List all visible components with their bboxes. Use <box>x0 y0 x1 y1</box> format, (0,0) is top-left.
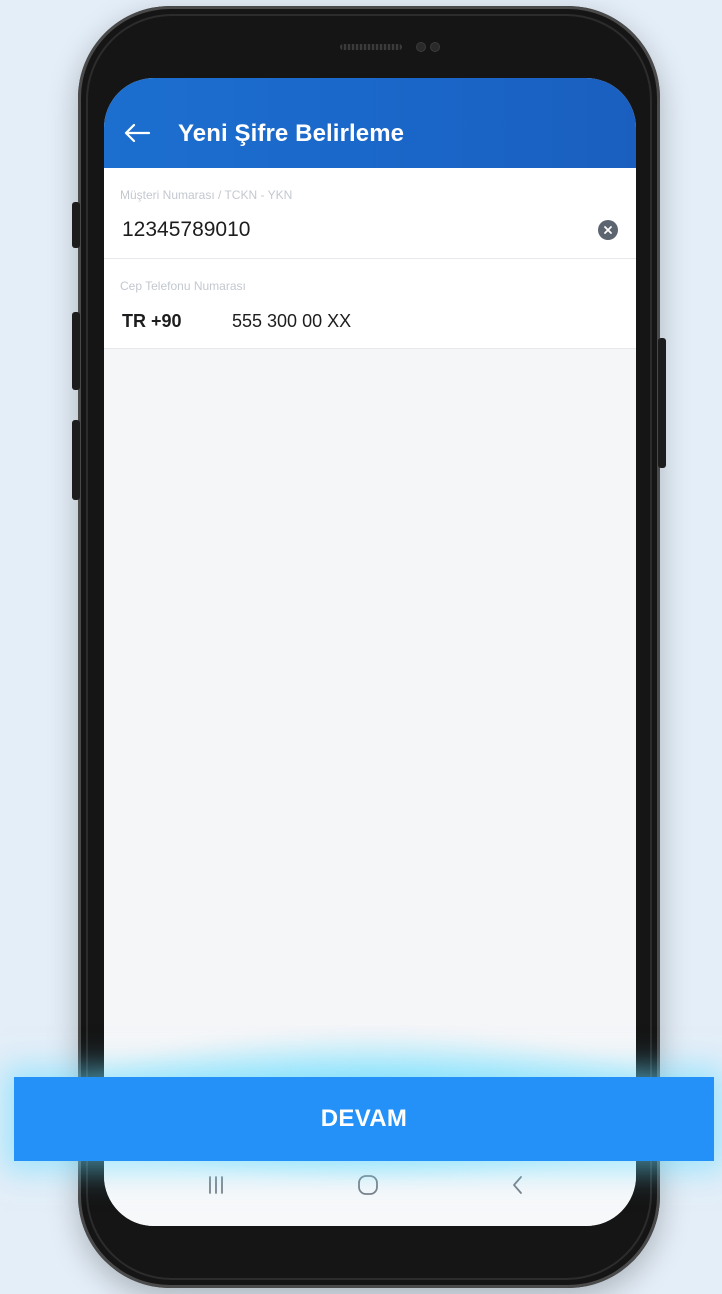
customer-number-label: Müşteri Numarası / TCKN - YKN <box>120 188 293 202</box>
country-code-prefix[interactable]: TR +90 <box>122 311 182 332</box>
bixby-button <box>72 202 80 248</box>
earpiece-speaker <box>340 44 402 50</box>
power-button <box>658 338 666 468</box>
app-header: Yeni Şifre Belirleme <box>104 78 636 168</box>
clear-circle-icon[interactable] <box>598 220 618 240</box>
customer-number-input[interactable]: 12345789010 <box>122 218 250 242</box>
phone-number-label: Cep Telefonu Numarası <box>120 279 246 293</box>
phone-number-field[interactable]: Cep Telefonu Numarası TR +90 555 300 00 … <box>104 259 636 349</box>
phone-number-input[interactable]: 555 300 00 XX <box>232 311 351 332</box>
volume-down-button <box>72 420 80 500</box>
customer-number-field[interactable]: Müşteri Numarası / TCKN - YKN 1234578901… <box>104 168 636 259</box>
front-camera <box>430 42 440 52</box>
page-title: Yeni Şifre Belirleme <box>178 120 405 147</box>
continue-button[interactable]: DEVAM <box>14 1077 714 1161</box>
proximity-sensor <box>416 42 426 52</box>
arrow-left-icon[interactable] <box>122 118 152 148</box>
volume-up-button <box>72 312 80 390</box>
